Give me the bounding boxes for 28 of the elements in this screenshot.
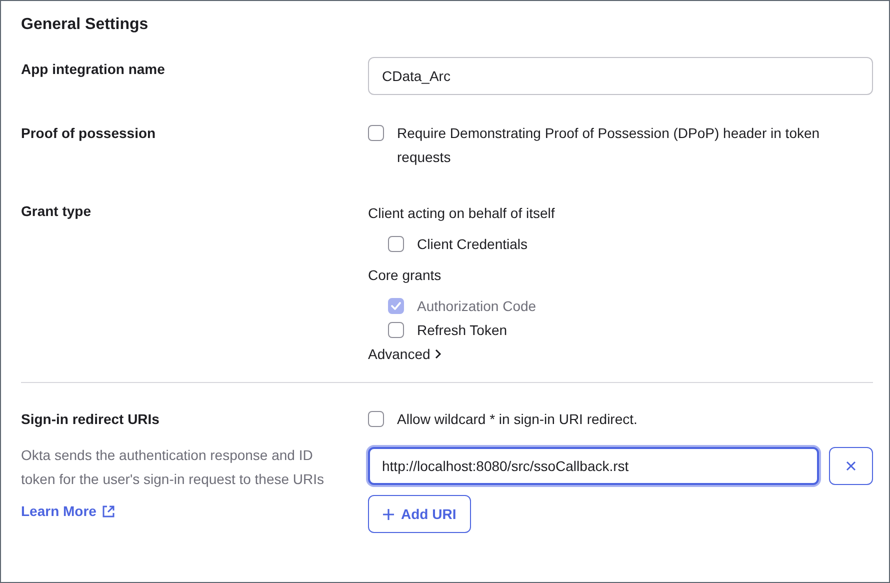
- checkbox-label: Allow wildcard * in sign-in URI redirect.: [397, 410, 638, 429]
- external-link-icon: [102, 504, 116, 518]
- plus-icon: [383, 508, 394, 520]
- checkbox-label: Client Credentials: [417, 235, 528, 254]
- checkbox-label: Require Demonstrating Proof of Possession (DPoP) header in token requests: [397, 124, 821, 167]
- advanced-toggle[interactable]: Advanced: [368, 342, 442, 366]
- add-uri-button[interactable]: Add URI: [368, 495, 472, 533]
- remove-button[interactable]: [829, 447, 873, 485]
- checkbox-label: Refresh Token: [417, 321, 508, 340]
- field-label: App integration name: [21, 60, 166, 79]
- field-label: Grant type: [21, 202, 92, 221]
- check-icon: [391, 302, 401, 310]
- field-description: Okta sends the authentication response and ID token for the user's sign-in request to these URIs: [21, 446, 326, 489]
- learn-more-link[interactable]: Learn More: [21, 503, 116, 519]
- checkbox[interactable]: [388, 322, 404, 338]
- chevron-icon: [434, 349, 442, 359]
- field-label: Sign-in redirect URIs: [21, 410, 160, 429]
- checkbox[interactable]: [368, 125, 384, 141]
- checkbox-label: Authorization Code: [417, 297, 536, 316]
- section-title: General Settings: [21, 15, 150, 35]
- group-heading: Core grants: [368, 266, 442, 285]
- group-heading: Client acting on behalf of itself: [368, 204, 556, 223]
- name-field[interactable]: CData_Arc: [368, 57, 873, 95]
- close-icon: [846, 461, 856, 471]
- checkbox[interactable]: [388, 236, 404, 252]
- checkbox[interactable]: [368, 411, 384, 427]
- uri-field[interactable]: http://localhost:8080/src/ssoCallback.rst: [368, 447, 819, 485]
- field-label: Proof of possession: [21, 124, 157, 143]
